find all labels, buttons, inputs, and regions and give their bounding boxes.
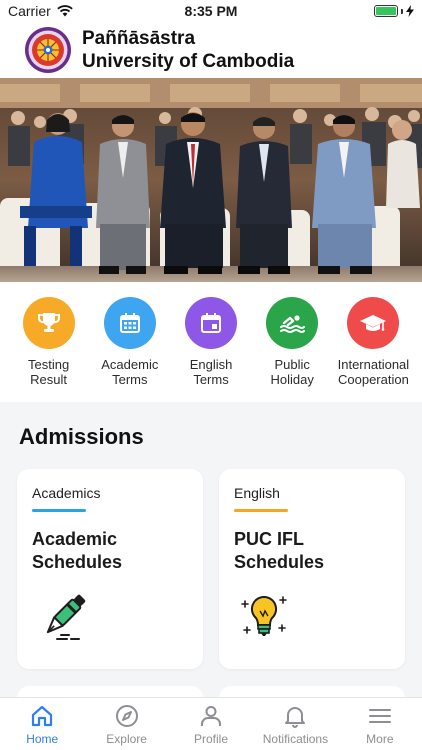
tab-notifications[interactable]: Notifications bbox=[253, 698, 337, 750]
quick-link-label: English Terms bbox=[190, 357, 233, 387]
tab-label: Home bbox=[26, 732, 59, 746]
quick-link-label: Academic Terms bbox=[101, 357, 158, 387]
admission-card-puc-ifl-schedules[interactable]: English PUC IFL Schedules bbox=[219, 469, 405, 669]
university-seal-logo bbox=[25, 27, 71, 73]
tab-explore[interactable]: Explore bbox=[84, 698, 168, 750]
user-icon bbox=[201, 706, 222, 726]
quick-link-label: International Cooperation bbox=[338, 357, 410, 387]
quick-link-label-line1: Testing bbox=[28, 357, 70, 372]
quick-link-label-line1: Academic bbox=[101, 357, 159, 372]
menu-icon bbox=[368, 709, 391, 723]
calendar-grid-icon bbox=[119, 313, 140, 333]
trophy-icon bbox=[37, 313, 60, 332]
app-header: Paññāsāstra University of Cambodia bbox=[0, 22, 422, 78]
quick-link-label-line1: International bbox=[337, 357, 410, 372]
status-bar: Carrier 8:35 PM bbox=[0, 0, 422, 22]
graduation-cap-icon bbox=[360, 315, 387, 331]
quick-link-icon-circle bbox=[347, 297, 400, 349]
quick-link-icon-circle bbox=[22, 297, 75, 349]
quick-link-label: Testing Result bbox=[28, 357, 69, 387]
quick-link-public-holiday[interactable]: Public Holiday bbox=[252, 297, 333, 402]
tab-label: Explore bbox=[106, 732, 147, 746]
card-title-line2: Schedules bbox=[234, 552, 325, 572]
tab-label: More bbox=[366, 732, 394, 746]
card-title: Academic Schedules bbox=[32, 528, 188, 574]
app-title-line1: Paññāsāstra bbox=[82, 28, 196, 49]
quick-link-icon-circle bbox=[103, 297, 156, 349]
quick-link-label-line2: Holiday bbox=[270, 372, 314, 387]
quick-link-icon-circle bbox=[185, 297, 237, 349]
tab-more[interactable]: More bbox=[338, 698, 422, 750]
admissions-heading: Admissions bbox=[19, 424, 144, 449]
hero-photo-audience bbox=[0, 78, 422, 282]
card-accent-underline bbox=[32, 509, 86, 512]
app-screen: Carrier 8:35 PM Paññāsāstra University o… bbox=[0, 0, 422, 750]
quick-link-testing-result[interactable]: Testing Result bbox=[8, 297, 89, 402]
quick-link-label-line2: Cooperation bbox=[337, 372, 409, 387]
quick-link-label-line2: Result bbox=[30, 372, 68, 387]
card-title: PUC IFL Schedules bbox=[234, 528, 390, 574]
tab-home[interactable]: Home bbox=[0, 698, 84, 750]
home-icon bbox=[32, 705, 53, 727]
lightbulb-icon bbox=[241, 595, 287, 636]
app-title: Paññāsāstra University of Cambodia bbox=[82, 27, 294, 73]
quick-link-icon-circle bbox=[266, 297, 319, 349]
quick-link-label-line2: Terms bbox=[193, 372, 229, 387]
calendar-icon bbox=[201, 313, 221, 333]
quick-link-label-line2: Terms bbox=[112, 372, 148, 387]
admission-card-academic-schedules[interactable]: Academics Academic Schedules bbox=[17, 469, 203, 669]
compass-icon bbox=[115, 705, 138, 727]
battery-icon bbox=[374, 5, 414, 17]
card-title-line1: Academic bbox=[32, 529, 118, 549]
quick-link-label-line1: Public bbox=[274, 357, 310, 372]
tab-label: Notifications bbox=[262, 732, 329, 746]
card-title-line1: PUC IFL bbox=[234, 529, 304, 549]
quick-link-label-line1: English bbox=[189, 357, 233, 372]
app-title-line2: University of Cambodia bbox=[82, 51, 295, 72]
wifi-icon bbox=[57, 5, 73, 17]
tab-profile[interactable]: Profile bbox=[169, 698, 253, 750]
carrier-label: Carrier bbox=[8, 3, 51, 19]
card-category: Academics bbox=[32, 485, 101, 501]
bottom-tab-bar: Home Explore Profile Notifications More bbox=[0, 697, 422, 750]
quick-link-international-cooperation[interactable]: International Cooperation bbox=[333, 297, 414, 402]
tab-label: Profile bbox=[194, 732, 229, 746]
quick-links-row: Testing Result Academic Terms English Te… bbox=[0, 282, 422, 402]
quick-link-english-terms[interactable]: English Terms bbox=[170, 297, 251, 402]
swimming-icon bbox=[280, 315, 306, 333]
bell-icon bbox=[285, 707, 306, 728]
pen-icon bbox=[46, 594, 86, 640]
quick-link-label: Public Holiday bbox=[271, 357, 314, 387]
card-title-line2: Schedules bbox=[32, 552, 123, 572]
card-accent-underline bbox=[234, 509, 288, 512]
quick-link-academic-terms[interactable]: Academic Terms bbox=[89, 297, 170, 402]
card-category: English bbox=[234, 485, 280, 501]
charging-bolt-icon bbox=[406, 5, 414, 17]
